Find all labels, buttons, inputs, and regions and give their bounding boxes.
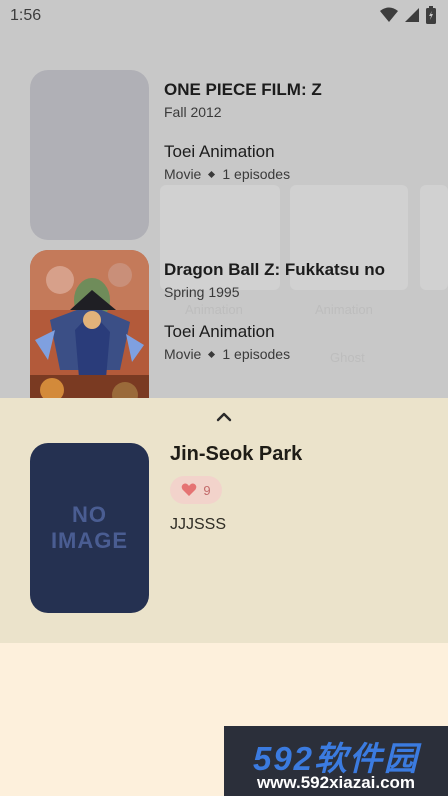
staff-native-name: JJJSSS xyxy=(170,516,227,533)
cover-image xyxy=(30,250,149,420)
heart-icon xyxy=(182,483,197,496)
favourite-button[interactable]: 9 xyxy=(170,476,222,504)
sheet-expand-handle[interactable] xyxy=(214,410,234,429)
media-title: ONE PIECE FILM: Z xyxy=(164,80,322,99)
dragon-ball-poster-image xyxy=(30,250,149,420)
media-format: Movie xyxy=(164,346,202,362)
media-episodes: 1 episodes xyxy=(222,166,291,182)
media-meta: Movie 1 episodes xyxy=(164,166,414,182)
card-info: Dragon Ball Z: Fukkatsu no Spring 1995 T… xyxy=(164,250,414,362)
screen: Animation Animation Ghost ONE PIECE FILM… xyxy=(0,0,448,796)
media-season: Spring 1995 xyxy=(164,284,240,300)
no-image-text: NO xyxy=(72,502,107,527)
separator-dot-icon xyxy=(208,170,216,178)
media-meta: Movie 1 episodes xyxy=(164,346,414,362)
wifi-icon xyxy=(380,7,398,22)
media-episodes: 1 episodes xyxy=(222,346,291,362)
status-time: 1:56 xyxy=(10,7,42,24)
media-card[interactable]: ONE PIECE FILM: Z Fall 2012 Toei Animati… xyxy=(30,70,420,240)
status-icons xyxy=(380,6,436,24)
battery-icon xyxy=(426,6,436,24)
no-image-text: IMAGE xyxy=(50,528,129,553)
signal-icon xyxy=(405,8,419,22)
card-info: ONE PIECE FILM: Z Fall 2012 Toei Animati… xyxy=(164,70,414,182)
media-title: Dragon Ball Z: Fukkatsu no xyxy=(164,260,386,279)
media-studio: Toei Animation xyxy=(164,322,275,341)
media-card[interactable]: Dragon Ball Z: Fukkatsu no Spring 1995 T… xyxy=(30,250,420,420)
favourite-count: 9 xyxy=(203,482,211,498)
cover-image xyxy=(30,70,149,240)
separator-dot-icon xyxy=(208,350,216,358)
background-card xyxy=(420,185,448,290)
watermark: 592软件园 www.592xiazai.com xyxy=(224,726,448,796)
no-image-placeholder: NO IMAGE xyxy=(30,443,149,613)
watermark-url: www.592xiazai.com xyxy=(256,773,416,792)
chevron-up-icon xyxy=(216,412,232,422)
status-bar: 1:56 xyxy=(0,0,448,32)
media-season: Fall 2012 xyxy=(164,104,222,120)
media-list: Animation Animation Ghost ONE PIECE FILM… xyxy=(0,0,448,420)
staff-name: Jin-Seok Park xyxy=(170,443,303,465)
media-studio: Toei Animation xyxy=(164,142,275,161)
media-format: Movie xyxy=(164,166,202,182)
detail-bottom-sheet[interactable]: NO IMAGE Jin-Seok Park 9 JJJSSS xyxy=(0,398,448,643)
